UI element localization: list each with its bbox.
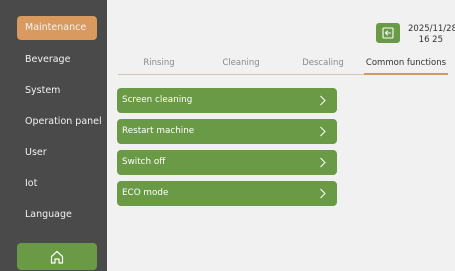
logout-icon: [382, 27, 394, 39]
home-icon: [50, 250, 64, 264]
tab-underline-active: [364, 73, 448, 75]
button-label: ECO mode: [122, 188, 169, 198]
sidebar-item-label: Iot: [25, 178, 38, 189]
sidebar-item-system[interactable]: System: [17, 79, 97, 103]
chevron-right-icon: [320, 157, 326, 168]
sidebar-item-label: Operation panel: [25, 116, 102, 127]
tab-label: Descaling: [302, 58, 344, 68]
logout-button[interactable]: [376, 23, 400, 43]
button-label: Switch off: [122, 157, 166, 167]
switch-off-button[interactable]: Switch off: [117, 150, 337, 175]
sidebar-item-user[interactable]: User: [17, 141, 97, 165]
sidebar-item-beverage[interactable]: Beverage: [17, 48, 97, 72]
sidebar-item-label: System: [25, 85, 61, 96]
button-label: Restart machine: [122, 126, 195, 136]
datetime: 2025/11/28 16 25: [408, 24, 455, 46]
date-text: 2025/11/28: [408, 24, 455, 34]
tab-underline: [282, 74, 364, 75]
sidebar-item-label: Language: [25, 209, 72, 220]
button-label: Screen cleaning: [122, 95, 193, 105]
tab-bar: Rinsing Cleaning Descaling Common functi…: [118, 56, 448, 76]
sidebar-item-maintenance[interactable]: Maintenance: [17, 16, 97, 40]
sidebar-item-label: Maintenance: [25, 22, 87, 33]
chevron-right-icon: [320, 95, 326, 106]
sidebar-item-label: Beverage: [25, 54, 71, 65]
tab-descaling[interactable]: Descaling: [282, 56, 364, 74]
tab-label: Common functions: [365, 58, 447, 68]
sidebar-item-language[interactable]: Language: [17, 203, 97, 227]
chevron-right-icon: [320, 188, 326, 199]
sidebar-item-iot[interactable]: Iot: [17, 172, 97, 196]
sidebar-item-label: User: [25, 147, 47, 158]
sidebar: Maintenance Beverage System Operation pa…: [0, 0, 107, 271]
sidebar-item-operation-panel[interactable]: Operation panel: [17, 110, 102, 134]
tab-underline: [200, 74, 282, 75]
screen-cleaning-button[interactable]: Screen cleaning: [117, 88, 337, 113]
home-button[interactable]: [17, 243, 97, 270]
tab-common-functions[interactable]: Common functions: [364, 56, 448, 74]
tab-rinsing[interactable]: Rinsing: [118, 56, 200, 74]
restart-machine-button[interactable]: Restart machine: [117, 119, 337, 144]
tab-underline: [118, 74, 200, 75]
tab-label: Rinsing: [143, 58, 175, 68]
tab-cleaning[interactable]: Cleaning: [200, 56, 282, 74]
time-text: 16 25: [418, 35, 443, 45]
eco-mode-button[interactable]: ECO mode: [117, 181, 337, 206]
chevron-right-icon: [320, 126, 326, 137]
tab-label: Cleaning: [222, 58, 260, 68]
